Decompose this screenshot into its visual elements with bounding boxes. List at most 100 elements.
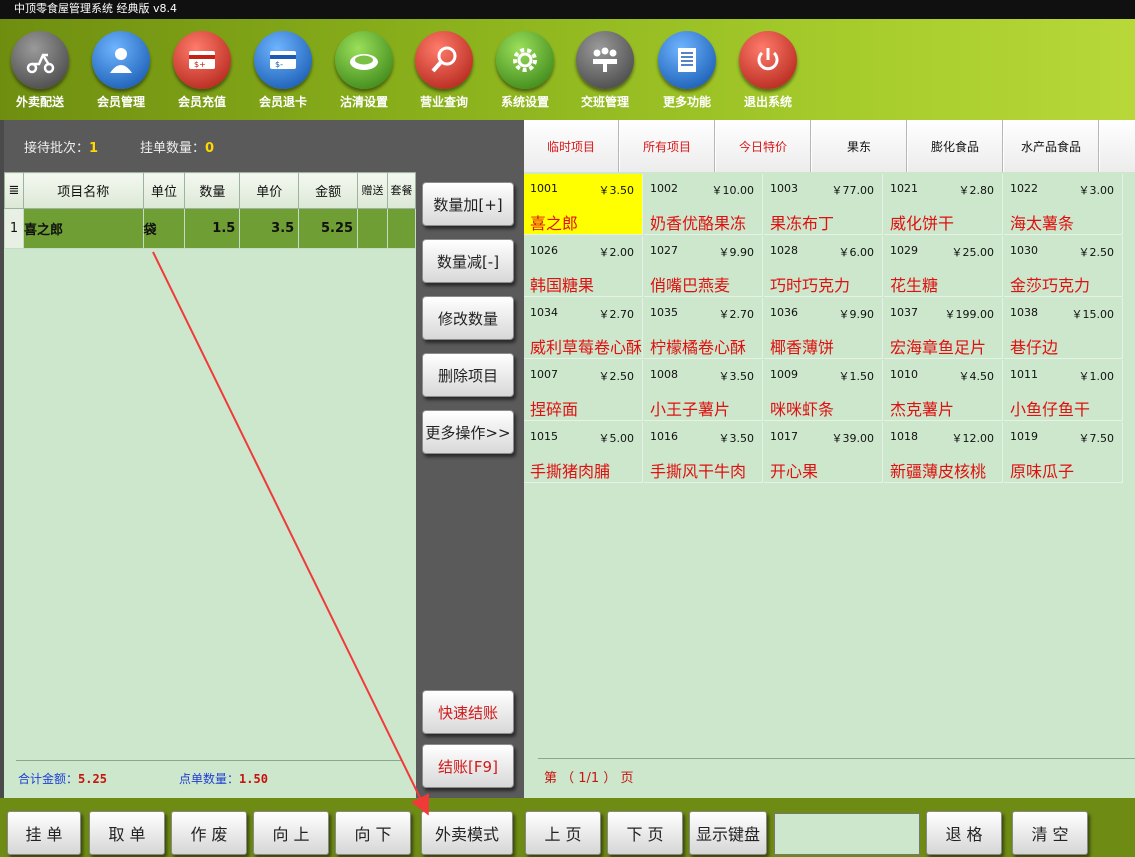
table-row[interactable]: 1 喜之郎 袋 1.5 3.5 5.25 [4, 208, 416, 249]
title-bar: 中顶零食屋管理系统 经典版 v8.4 [0, 0, 1135, 19]
member-refund-button[interactable]: $- 会员退卡 [243, 31, 323, 115]
col-header-gift[interactable]: 赠送 [357, 172, 389, 209]
product-code: 1019 [1010, 430, 1038, 443]
product-code: 1016 [650, 430, 678, 443]
product-item[interactable]: 1026 ￥2.00 韩国糖果 [524, 236, 643, 297]
col-header-set[interactable]: 套餐 [387, 172, 416, 209]
product-name: 原味瓜子 [1010, 462, 1075, 481]
shift-manage-button[interactable]: 交班管理 [565, 31, 645, 115]
row-item-name[interactable]: 喜之郎 [22, 208, 144, 249]
product-item[interactable]: 1022 ￥3.00 海太薯条 [1004, 174, 1123, 235]
product-item[interactable]: 1034 ￥2.70 威利草莓卷心酥 [524, 298, 643, 359]
member-manage-button[interactable]: 会员管理 [81, 31, 161, 115]
product-item[interactable]: 1038 ￥15.00 巷仔边 [1004, 298, 1123, 359]
col-header-name[interactable]: 项目名称 [22, 172, 144, 209]
product-item[interactable]: 1037 ￥199.00 宏海章鱼足片 [884, 298, 1003, 359]
delete-item-button[interactable]: 删除项目 [422, 353, 514, 397]
product-item[interactable]: 1016 ￥3.50 手撕风干牛肉 [644, 422, 763, 483]
delivery-label: 外卖配送 [15, 95, 64, 109]
product-item[interactable]: 1021 ￥2.80 威化饼干 [884, 174, 1003, 235]
prev-page-button[interactable]: 上 页 [525, 811, 601, 855]
move-down-button[interactable]: 向 下 [335, 811, 411, 855]
clear-button[interactable]: 清 空 [1012, 811, 1088, 855]
product-item[interactable]: 1007 ￥2.50 捏碎面 [524, 360, 643, 421]
row-price[interactable]: 3.5 [239, 208, 300, 249]
row-unit[interactable]: 袋 [142, 208, 186, 249]
product-code: 1030 [1010, 244, 1038, 257]
row-set[interactable] [387, 208, 416, 249]
qty-increase-button[interactable]: 数量加[+] [422, 182, 514, 226]
product-code: 1007 [530, 368, 558, 381]
product-item[interactable]: 1019 ￥7.50 原味瓜子 [1004, 422, 1123, 483]
tab-today-special[interactable]: 今日特价 [716, 120, 811, 172]
tab-all-items[interactable]: 所有项目 [620, 120, 715, 172]
product-item[interactable]: 1002 ￥10.00 奶香优酪果冻 [644, 174, 763, 235]
checkout-button[interactable]: 结账[F9] [422, 744, 514, 788]
show-keyboard-button[interactable]: 显示键盘 [689, 811, 767, 855]
code-input[interactable] [774, 813, 920, 855]
tab-temp-items[interactable]: 临时项目 [524, 120, 619, 172]
row-qty[interactable]: 1.5 [184, 208, 241, 249]
tab-jelly[interactable]: 果东 [812, 120, 907, 172]
product-name: 手撕猪肉脯 [530, 462, 611, 481]
system-settings-button[interactable]: 系统设置 [485, 31, 565, 115]
product-item[interactable]: 1009 ￥1.50 咪咪虾条 [764, 360, 883, 421]
row-amount[interactable]: 5.25 [298, 208, 359, 249]
product-code: 1017 [770, 430, 798, 443]
row-gift[interactable] [357, 208, 389, 249]
svg-text:$-: $- [275, 60, 283, 69]
edit-qty-button[interactable]: 修改数量 [422, 296, 514, 340]
product-name: 金莎巧克力 [1010, 276, 1091, 295]
col-header-qty[interactable]: 数量 [184, 172, 241, 209]
product-item[interactable]: 1003 ￥77.00 果冻布丁 [764, 174, 883, 235]
product-code: 1037 [890, 306, 918, 319]
people-table-icon [576, 31, 634, 89]
stock-clear-button[interactable]: 沽清设置 [324, 31, 404, 115]
more-actions-button[interactable]: 更多操作>> [422, 410, 514, 454]
delivery-mode-button[interactable]: 外卖模式 [421, 811, 513, 855]
product-item[interactable]: 1018 ￥12.00 新疆薄皮核桃 [884, 422, 1003, 483]
col-header-unit[interactable]: 单位 [142, 172, 186, 209]
more-functions-button[interactable]: 更多功能 [647, 31, 727, 115]
product-item[interactable]: 1001 ￥3.50 喜之郎 [524, 174, 643, 235]
col-header-price[interactable]: 单价 [239, 172, 300, 209]
quick-checkout-button[interactable]: 快速结账 [422, 690, 514, 734]
business-query-label: 营业查询 [419, 95, 468, 109]
product-item[interactable]: 1035 ￥2.70 柠檬橘卷心酥 [644, 298, 763, 359]
retrieve-order-button[interactable]: 取 单 [89, 811, 165, 855]
product-price: ￥3.00 [1078, 184, 1115, 197]
delivery-button[interactable]: 外卖配送 [0, 31, 80, 115]
product-price: ￥77.00 [831, 184, 875, 197]
product-item[interactable]: 1027 ￥9.90 俏嘴巴燕麦 [644, 236, 763, 297]
product-item[interactable]: 1008 ￥3.50 小王子薯片 [644, 360, 763, 421]
void-button[interactable]: 作 废 [171, 811, 247, 855]
product-item[interactable]: 1015 ￥5.00 手撕猪肉脯 [524, 422, 643, 483]
product-item[interactable]: 1011 ￥1.00 小鱼仔鱼干 [1004, 360, 1123, 421]
row-selector-header[interactable]: ≣ [4, 172, 24, 209]
member-card-remove-icon: $- [254, 31, 312, 89]
tab-meat[interactable]: 肉 [1100, 120, 1135, 172]
product-name: 俏嘴巴燕麦 [650, 276, 731, 295]
col-header-amount[interactable]: 金额 [298, 172, 359, 209]
product-item[interactable]: 1010 ￥4.50 杰克薯片 [884, 360, 1003, 421]
backspace-button[interactable]: 退 格 [926, 811, 1002, 855]
next-page-button[interactable]: 下 页 [607, 811, 683, 855]
product-item[interactable]: 1017 ￥39.00 开心果 [764, 422, 883, 483]
hold-order-button[interactable]: 挂 单 [7, 811, 81, 855]
qty-decrease-button[interactable]: 数量减[-] [422, 239, 514, 283]
product-code: 1018 [890, 430, 918, 443]
product-item[interactable]: 1030 ￥2.50 金莎巧克力 [1004, 236, 1123, 297]
product-item[interactable]: 1029 ￥25.00 花生糖 [884, 236, 1003, 297]
tab-seafood[interactable]: 水产品食品 [1004, 120, 1099, 172]
product-price: ￥2.70 [598, 308, 635, 321]
member-recharge-button[interactable]: $+ 会员充值 [162, 31, 242, 115]
business-query-button[interactable]: 营业查询 [404, 31, 484, 115]
exit-system-button[interactable]: 退出系统 [728, 31, 808, 115]
total-amount: 合计金额：5.25 [18, 772, 107, 786]
gear-icon [496, 31, 554, 89]
divider [16, 760, 402, 761]
move-up-button[interactable]: 向 上 [253, 811, 329, 855]
tab-puffed-food[interactable]: 膨化食品 [908, 120, 1003, 172]
product-item[interactable]: 1028 ￥6.00 巧时巧克力 [764, 236, 883, 297]
product-item[interactable]: 1036 ￥9.90 椰香薄饼 [764, 298, 883, 359]
